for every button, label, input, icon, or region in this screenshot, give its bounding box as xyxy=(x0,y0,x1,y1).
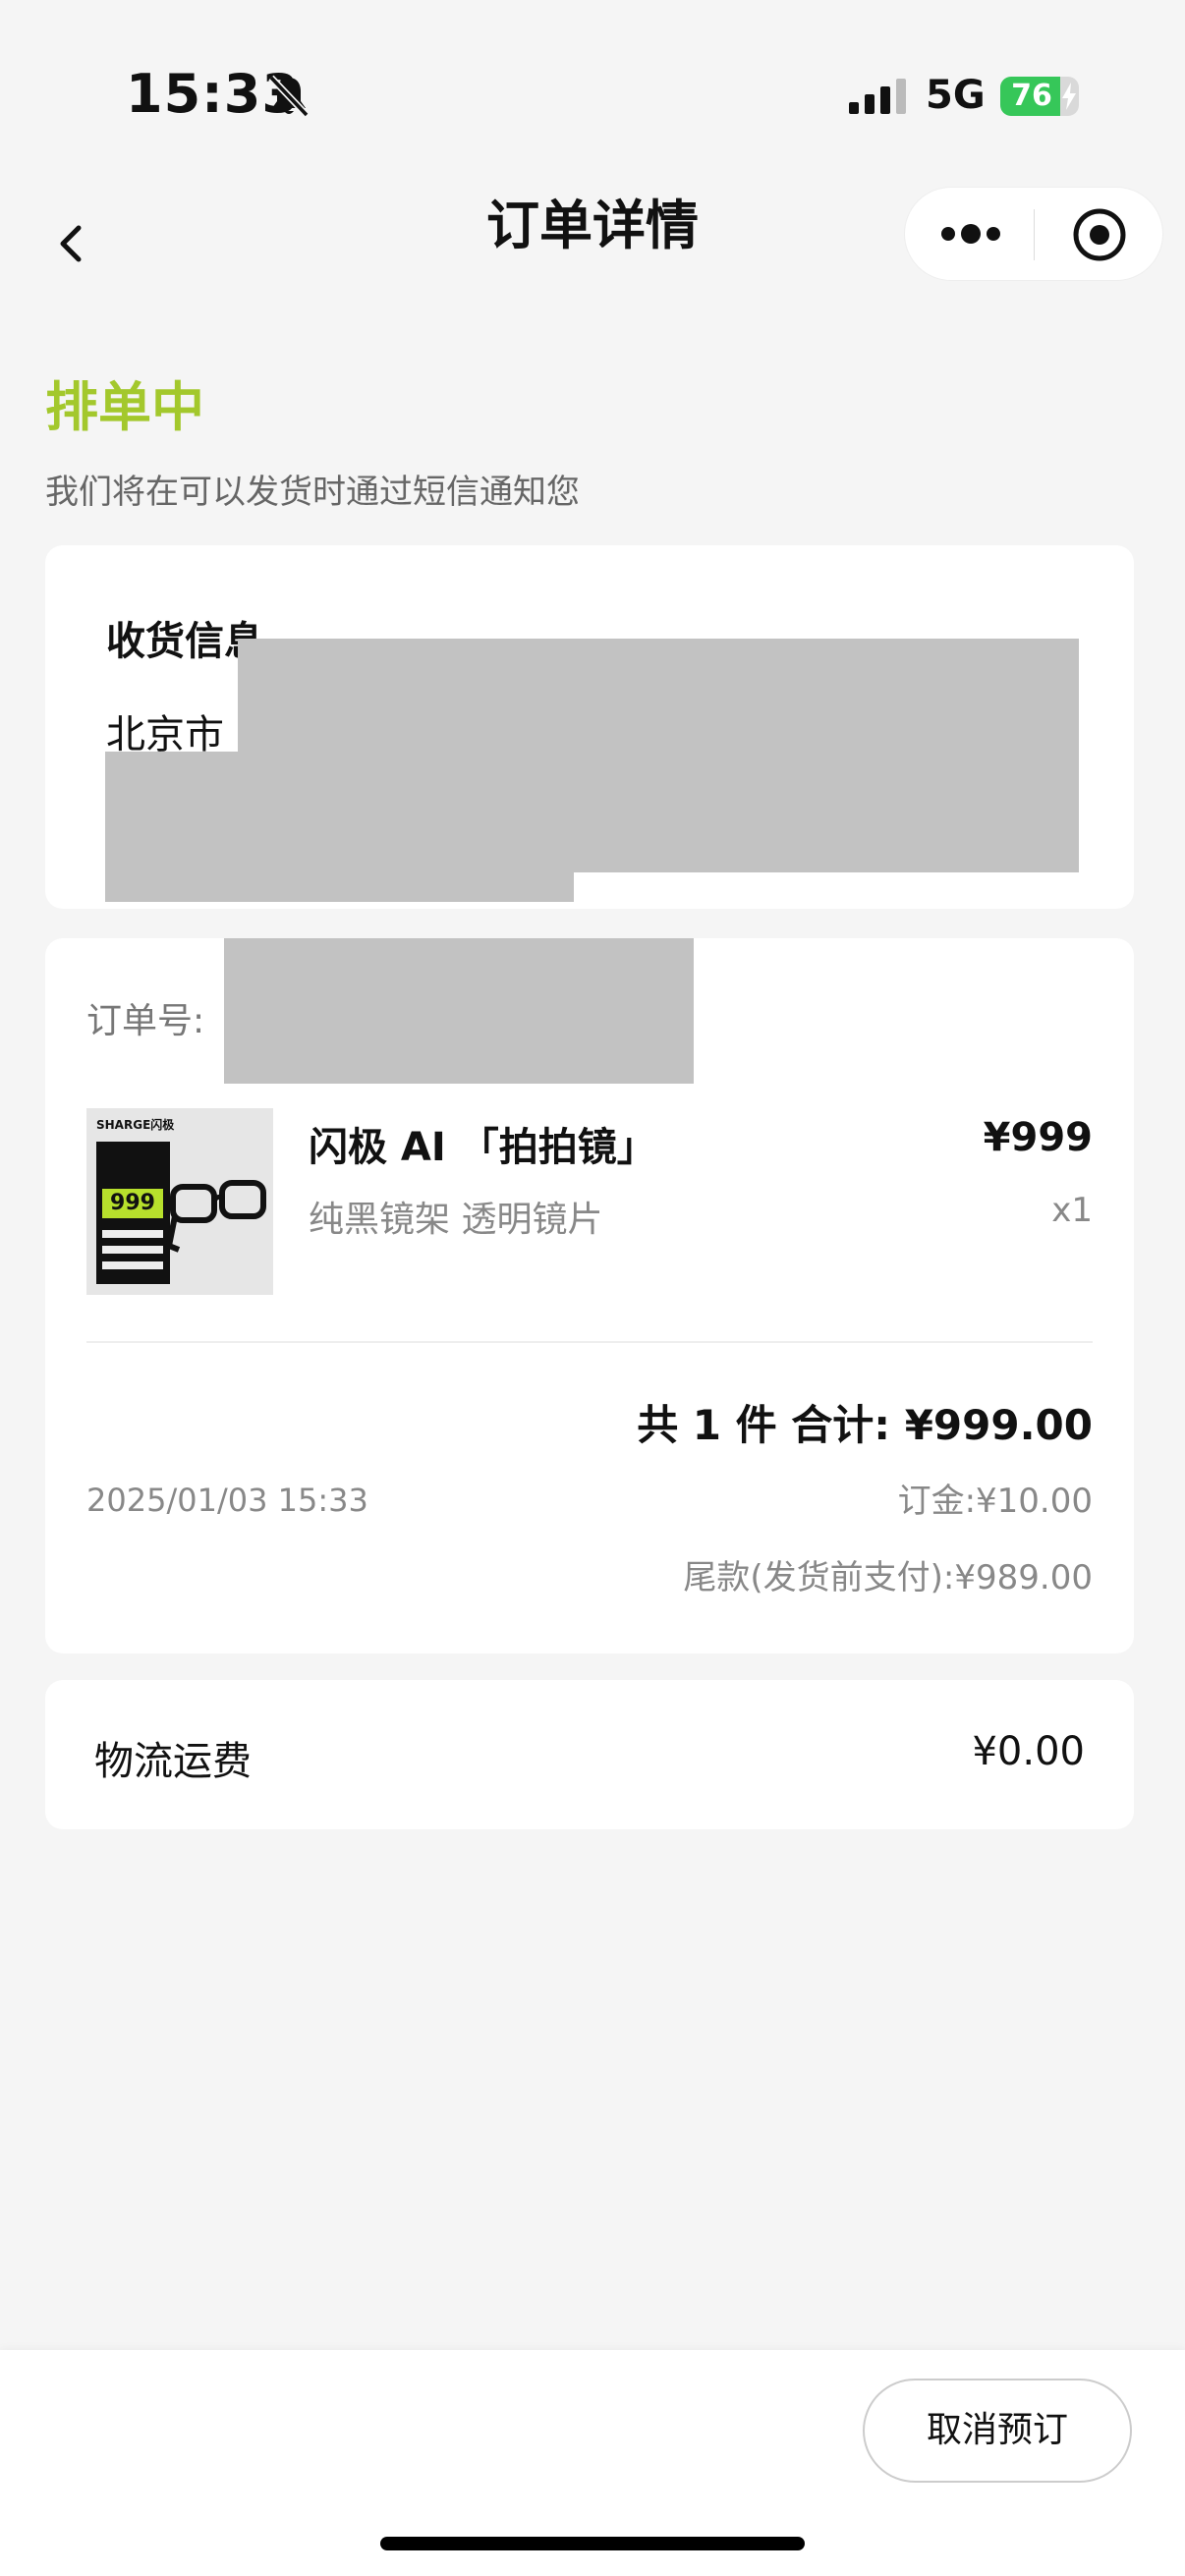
close-miniprogram-icon[interactable] xyxy=(1072,207,1127,266)
redacted-block xyxy=(224,938,694,1084)
order-status-subtitle: 我们将在可以发货时通过短信通知您 xyxy=(45,473,580,512)
product-image-line xyxy=(102,1246,163,1254)
order-card: 订单号: SHARGE闪极 999 闪极 AI 「拍拍镜」 纯黑镜架 透明镜片 xyxy=(45,938,1134,1653)
nav-bar: 订单详情 xyxy=(0,187,1185,300)
more-icon[interactable] xyxy=(940,223,1001,249)
product-image-price: 999 xyxy=(102,1189,163,1218)
signal-icon xyxy=(849,79,910,118)
address-card[interactable]: 收货信息 北京市 xyxy=(45,545,1134,909)
home-indicator[interactable] xyxy=(380,2537,805,2550)
cancel-reservation-button[interactable]: 取消预订 xyxy=(863,2379,1132,2483)
deposit-amount: 订金:¥10.00 xyxy=(897,1482,1093,1521)
shipping-card: 物流运费 ¥0.00 xyxy=(45,1680,1134,1829)
product-image-box: 999 xyxy=(96,1142,170,1284)
product-image-line xyxy=(102,1261,163,1269)
order-status-title: 排单中 xyxy=(45,376,204,438)
product-variant: 纯黑镜架 透明镜片 xyxy=(309,1200,603,1240)
product-price: ¥999 xyxy=(983,1115,1093,1160)
product-image-brand: SHARGE闪极 xyxy=(96,1118,175,1132)
battery-indicator: 76 xyxy=(1000,77,1079,116)
capsule-divider xyxy=(1034,209,1035,260)
balance-amount: 尾款(发货前支付):¥989.00 xyxy=(683,1558,1093,1597)
network-label: 5G xyxy=(926,73,986,118)
product-quantity: x1 xyxy=(1051,1191,1093,1230)
shipping-label: 物流运费 xyxy=(94,1739,252,1784)
glasses-icon xyxy=(165,1167,273,1279)
order-date: 2025/01/03 15:33 xyxy=(86,1482,368,1519)
bell-muted-icon xyxy=(267,74,310,123)
status-bar: 15:33 5G 76 xyxy=(0,0,1185,187)
bottom-action-bar: 取消预订 xyxy=(0,2350,1185,2576)
product-image[interactable]: SHARGE闪极 999 xyxy=(86,1108,273,1295)
miniprogram-capsule xyxy=(904,187,1163,281)
charging-bolt-icon xyxy=(1061,83,1077,114)
product-image-line xyxy=(102,1230,163,1238)
divider xyxy=(86,1341,1093,1343)
redacted-block xyxy=(105,752,574,902)
order-number-label: 订单号: xyxy=(86,1001,205,1041)
battery-level: 76 xyxy=(1011,79,1052,113)
order-total: 共 1 件 合计: ¥999.00 xyxy=(637,1401,1093,1449)
product-name[interactable]: 闪极 AI 「拍拍镜」 xyxy=(309,1115,656,1172)
shipping-value: ¥0.00 xyxy=(972,1729,1085,1774)
